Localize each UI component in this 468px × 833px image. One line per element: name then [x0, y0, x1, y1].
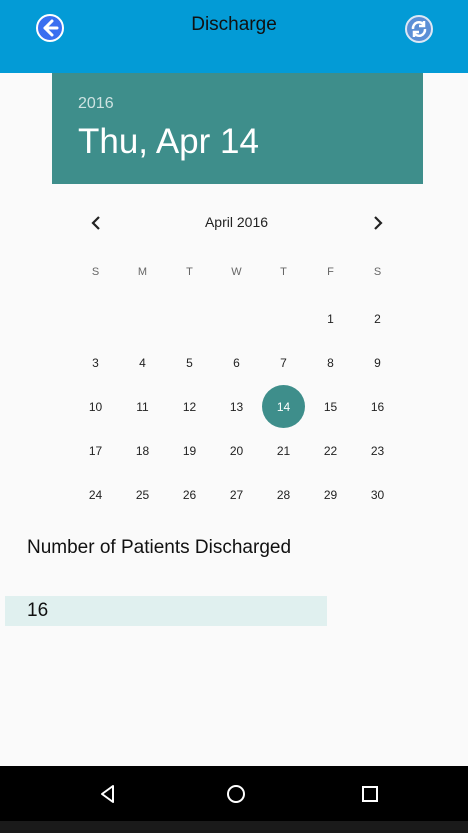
month-label: April 2016	[204, 214, 269, 230]
calendar-day[interactable]: 6	[213, 341, 260, 385]
nav-recents-square-icon[interactable]	[356, 780, 384, 808]
calendar-day-number: 28	[276, 488, 291, 502]
calendar-day-number: 16	[370, 400, 385, 414]
empty-day-cell	[166, 297, 213, 341]
system-nav-bar	[0, 766, 468, 821]
calendar-grid: S M T W T F S 1 2 3 4 5 6 7 8 9 10 11 12 13 14 15 16 17 18 19 20 21…	[72, 253, 401, 517]
empty-day-cell	[119, 297, 166, 341]
calendar-day-number: 8	[327, 356, 334, 370]
calendar-day[interactable]: 18	[119, 429, 166, 473]
chevron-right-icon[interactable]	[366, 211, 390, 235]
calendar-day-number: 14	[276, 400, 291, 414]
calendar-day[interactable]: 5	[166, 341, 213, 385]
empty-day-cell	[213, 297, 260, 341]
calendar-day[interactable]: 30	[354, 473, 401, 517]
weekday-header: S	[91, 266, 100, 278]
calendar-day-number: 15	[323, 400, 338, 414]
patients-discharged-input[interactable]: 16	[5, 596, 327, 626]
selected-date[interactable]: Thu, Apr 14	[78, 122, 259, 162]
calendar-day-number: 11	[136, 400, 149, 414]
calendar-day-number: 30	[370, 488, 385, 502]
calendar-day[interactable]: 15	[307, 385, 354, 429]
calendar-day-number: 10	[88, 400, 103, 414]
calendar-day-number: 5	[186, 356, 193, 370]
calendar-day[interactable]: 13	[213, 385, 260, 429]
calendar-day[interactable]: 4	[119, 341, 166, 385]
calendar-day-number: 12	[182, 400, 197, 414]
calendar-day[interactable]: 21	[260, 429, 307, 473]
empty-day-cell	[260, 297, 307, 341]
calendar-day[interactable]: 2	[354, 297, 401, 341]
date-picker-header: 2016 Thu, Apr 14	[52, 73, 423, 184]
calendar-day[interactable]: 25	[119, 473, 166, 517]
refresh-icon[interactable]	[404, 14, 434, 44]
calendar-day[interactable]: 1	[307, 297, 354, 341]
calendar-day[interactable]: 7	[260, 341, 307, 385]
calendar-day-number: 29	[323, 488, 338, 502]
weekday-header: T	[280, 266, 287, 278]
calendar-day-number: 27	[229, 488, 244, 502]
weekday-header: S	[373, 266, 382, 278]
nav-back-triangle-icon[interactable]	[94, 780, 122, 808]
calendar-day-number: 4	[139, 356, 146, 370]
calendar-day-number: 7	[280, 356, 287, 370]
calendar-day-number: 21	[276, 444, 291, 458]
calendar-day-number: 3	[92, 356, 99, 370]
calendar-day[interactable]: 20	[213, 429, 260, 473]
calendar-day[interactable]: 3	[72, 341, 119, 385]
calendar-day[interactable]: 28	[260, 473, 307, 517]
calendar-day[interactable]: 19	[166, 429, 213, 473]
calendar-day-number: 19	[182, 444, 197, 458]
calendar-day[interactable]: 26	[166, 473, 213, 517]
calendar-day[interactable]: 23	[354, 429, 401, 473]
calendar-day[interactable]: 8	[307, 341, 354, 385]
calendar-day-number: 2	[374, 312, 381, 326]
weekday-header: T	[186, 266, 193, 278]
calendar-day[interactable]: 24	[72, 473, 119, 517]
calendar-day[interactable]: 27	[213, 473, 260, 517]
calendar-day-number: 9	[374, 356, 381, 370]
calendar-day[interactable]: 16	[354, 385, 401, 429]
calendar-day-number: 13	[229, 400, 244, 414]
calendar-day-number: 23	[370, 444, 385, 458]
patients-discharged-label: Number of Patients Discharged	[27, 537, 292, 558]
calendar-day[interactable]: 22	[307, 429, 354, 473]
calendar-day[interactable]: 11	[119, 385, 166, 429]
calendar-day-number: 18	[135, 444, 150, 458]
calendar-day-number: 24	[88, 488, 103, 502]
calendar-day-number: 26	[182, 488, 197, 502]
empty-day-cell	[72, 297, 119, 341]
weekday-header: M	[137, 266, 148, 278]
page-title: Discharge	[191, 14, 277, 35]
calendar-day-selected[interactable]: 14	[260, 385, 307, 429]
calendar-day-number: 22	[323, 444, 338, 458]
calendar: April 2016 S M T W T F S 1 2 3 4 5 6 7 8 9 10 11 12 13 14 15 1…	[72, 205, 401, 502]
nav-home-circle-icon[interactable]	[222, 780, 250, 808]
calendar-day-number: 1	[327, 312, 334, 326]
app-bar: Discharge	[0, 0, 468, 73]
selected-year[interactable]: 2016	[78, 95, 114, 113]
bottom-strip	[0, 821, 468, 833]
calendar-day-number: 17	[88, 444, 103, 458]
calendar-day[interactable]: 12	[166, 385, 213, 429]
calendar-day[interactable]: 29	[307, 473, 354, 517]
calendar-day-number: 25	[135, 488, 150, 502]
calendar-nav: April 2016	[72, 205, 401, 241]
weekday-header: F	[327, 266, 334, 278]
calendar-day-number: 6	[233, 356, 240, 370]
weekday-header: W	[231, 266, 242, 278]
calendar-day[interactable]: 10	[72, 385, 119, 429]
calendar-day[interactable]: 9	[354, 341, 401, 385]
calendar-day-number: 20	[229, 444, 244, 458]
calendar-day[interactable]: 17	[72, 429, 119, 473]
